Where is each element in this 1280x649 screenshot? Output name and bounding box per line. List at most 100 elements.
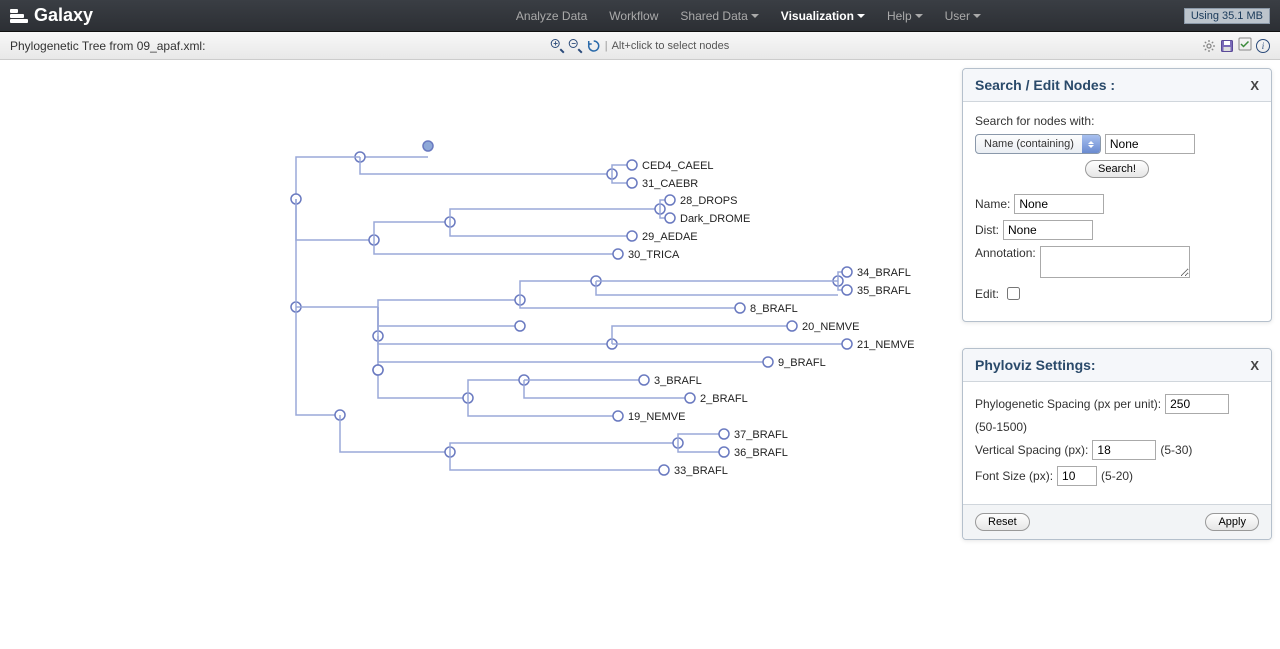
name-label: Name: [975, 197, 1010, 211]
close-icon[interactable]: X [1250, 78, 1259, 93]
font-size-range: (5-20) [1101, 469, 1133, 483]
tree-leaf[interactable] [665, 213, 675, 223]
toolbar-right: i [1202, 37, 1270, 54]
tree-node[interactable] [373, 365, 383, 375]
phylo-spacing-input[interactable] [1165, 394, 1229, 414]
chevron-down-icon [915, 14, 923, 18]
save-icon[interactable] [1220, 39, 1234, 53]
vert-spacing-range: (5-30) [1160, 443, 1192, 457]
annotation-input[interactable] [1040, 246, 1190, 278]
leaf-label: 33_BRAFL [674, 465, 728, 477]
tree-node[interactable] [423, 141, 433, 151]
tree-leaf[interactable] [627, 160, 637, 170]
leaf-label: 28_DROPS [680, 195, 737, 207]
nav-shared[interactable]: Shared Data [670, 5, 768, 27]
settings-panel: Phyloviz Settings: X Phylogenetic Spacin… [962, 348, 1272, 540]
leaf-label: 20_NEMVE [802, 321, 859, 333]
tree-leaf[interactable] [842, 267, 852, 277]
leaf-label: 37_BRAFL [734, 429, 788, 441]
tree-leaf[interactable] [639, 375, 649, 385]
leaf-label: 30_TRICA [628, 249, 680, 261]
check-icon[interactable] [1238, 37, 1252, 54]
vert-spacing-input[interactable] [1092, 440, 1156, 460]
leaf-label: 29_AEDAE [642, 231, 698, 243]
tree-leaf[interactable] [787, 321, 797, 331]
app-name: Galaxy [34, 5, 93, 26]
chevron-down-icon [751, 14, 759, 18]
search-panel-title: Search / Edit Nodes : [975, 77, 1115, 93]
chevron-down-icon [857, 14, 865, 18]
leaf-label: Dark_DROME [680, 213, 750, 225]
edit-label: Edit: [975, 287, 999, 301]
font-size-input[interactable] [1057, 466, 1097, 486]
leaf-label: CED4_CAEEL [642, 160, 714, 172]
settings-panel-header: Phyloviz Settings: X [963, 349, 1271, 382]
info-icon[interactable]: i [1256, 39, 1270, 53]
chevron-down-icon [973, 14, 981, 18]
font-size-label: Font Size (px): [975, 469, 1053, 483]
tree-leaf[interactable] [719, 447, 729, 457]
leaf-label: 31_CAEBR [642, 178, 698, 190]
search-panel: Search / Edit Nodes : X Search for nodes… [962, 68, 1272, 322]
toolbar-center: + − | Alt+click to select nodes [551, 39, 730, 53]
tree-leaf[interactable] [613, 411, 623, 421]
usage-badge[interactable]: Using 35.1 MB [1184, 8, 1270, 24]
reset-button[interactable]: Reset [975, 513, 1030, 531]
leaf-label: 9_BRAFL [778, 357, 826, 369]
toolbar: Phylogenetic Tree from 09_apaf.xml: + − … [0, 32, 1280, 60]
tree-leaf[interactable] [735, 303, 745, 313]
close-icon[interactable]: X [1250, 358, 1259, 373]
nav-items: Analyze Data Workflow Shared Data Visual… [286, 5, 991, 27]
leaf-label: 3_BRAFL [654, 375, 702, 387]
search-panel-header: Search / Edit Nodes : X [963, 69, 1271, 102]
nav-workflow[interactable]: Workflow [599, 5, 668, 27]
nav-help[interactable]: Help [877, 5, 933, 27]
leaf-label: 36_BRAFL [734, 447, 788, 459]
leaf-label: 21_NEMVE [857, 339, 914, 351]
main-area: CED4_CAEEL 31_CAEBR 28_DROPS Dark_DROME 29_A… [0, 60, 1280, 649]
tree-leaf[interactable] [685, 393, 695, 403]
search-query-input[interactable] [1105, 134, 1195, 154]
search-label: Search for nodes with: [975, 114, 1094, 128]
leaf-label: 2_BRAFL [700, 393, 748, 405]
page-title: Phylogenetic Tree from 09_apaf.xml: [10, 39, 205, 53]
nav-visualization[interactable]: Visualization [771, 5, 875, 27]
tree-leaf[interactable] [627, 178, 637, 188]
tree-node[interactable] [515, 321, 525, 331]
leaf-label: 19_NEMVE [628, 411, 685, 423]
search-button[interactable]: Search! [1085, 160, 1149, 178]
zoom-out-icon[interactable]: − [569, 39, 583, 53]
settings-panel-title: Phyloviz Settings: [975, 357, 1096, 373]
nav-analyze[interactable]: Analyze Data [506, 5, 597, 27]
dist-label: Dist: [975, 223, 999, 237]
annotation-label: Annotation: [975, 246, 1036, 260]
settings-panel-body: Phylogenetic Spacing (px per unit): (50-… [963, 382, 1271, 504]
tree-leaf[interactable] [659, 465, 669, 475]
phylo-spacing-range: (50-1500) [975, 420, 1027, 434]
gear-icon[interactable] [1202, 39, 1216, 53]
toolbar-hint: Alt+click to select nodes [612, 40, 730, 52]
name-input[interactable] [1014, 194, 1104, 214]
tree-leaf[interactable] [842, 285, 852, 295]
dist-input[interactable] [1003, 220, 1093, 240]
nav-user[interactable]: User [935, 5, 991, 27]
tree-leaf[interactable] [763, 357, 773, 367]
phylo-spacing-label: Phylogenetic Spacing (px per unit): [975, 397, 1161, 411]
vert-spacing-label: Vertical Spacing (px): [975, 443, 1088, 457]
logo-icon [10, 9, 28, 23]
settings-panel-footer: Reset Apply [963, 504, 1271, 539]
apply-button[interactable]: Apply [1205, 513, 1259, 531]
edit-checkbox[interactable] [1007, 287, 1020, 300]
tree-leaf[interactable] [719, 429, 729, 439]
tree-leaf[interactable] [613, 249, 623, 259]
tree-leaf[interactable] [665, 195, 675, 205]
navbar: Galaxy Analyze Data Workflow Shared Data… [0, 0, 1280, 32]
tree-leaf[interactable] [627, 231, 637, 241]
tree-leaf[interactable] [842, 339, 852, 349]
leaf-label: 35_BRAFL [857, 285, 911, 297]
leaf-label: 8_BRAFL [750, 303, 798, 315]
zoom-in-icon[interactable]: + [551, 39, 565, 53]
search-condition-select[interactable]: Name (containing) [975, 134, 1101, 154]
reset-zoom-icon[interactable] [587, 39, 601, 53]
app-logo[interactable]: Galaxy [10, 5, 93, 26]
